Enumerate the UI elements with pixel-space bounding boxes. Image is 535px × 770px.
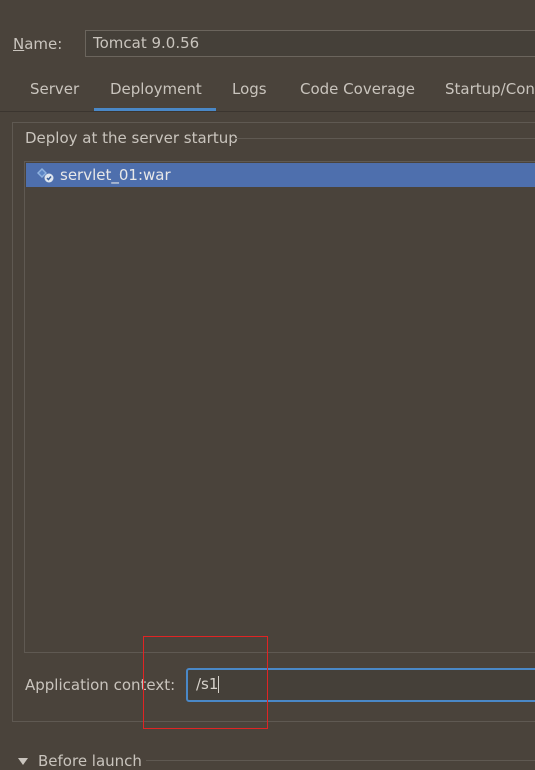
before-launch-divider bbox=[146, 760, 535, 761]
list-item-label: servlet_01:war bbox=[60, 166, 171, 184]
tab-deployment[interactable]: Deployment bbox=[110, 80, 202, 98]
annotation-highlight-box bbox=[143, 636, 268, 729]
name-label: Name: bbox=[13, 35, 63, 53]
tab-logs[interactable]: Logs bbox=[232, 80, 267, 98]
artifact-icon bbox=[37, 168, 54, 183]
name-input[interactable]: Tomcat 9.0.56 bbox=[85, 30, 535, 57]
list-item[interactable]: servlet_01:war bbox=[26, 163, 535, 187]
tab-server[interactable]: Server bbox=[30, 80, 79, 98]
tab-bar: Server Deployment Logs Code Coverage Sta… bbox=[0, 72, 535, 112]
tab-startup-connection[interactable]: Startup/Con bbox=[445, 80, 535, 98]
before-launch-label: Before launch bbox=[38, 752, 142, 770]
before-launch-section[interactable]: Before launch bbox=[18, 752, 142, 770]
deploy-group-title: Deploy at the server startup bbox=[25, 129, 244, 147]
group-divider bbox=[235, 138, 535, 139]
collapse-triangle-icon bbox=[18, 758, 28, 765]
tab-bar-divider bbox=[0, 111, 535, 112]
deployment-list[interactable] bbox=[24, 161, 535, 653]
tab-code-coverage[interactable]: Code Coverage bbox=[300, 80, 415, 98]
